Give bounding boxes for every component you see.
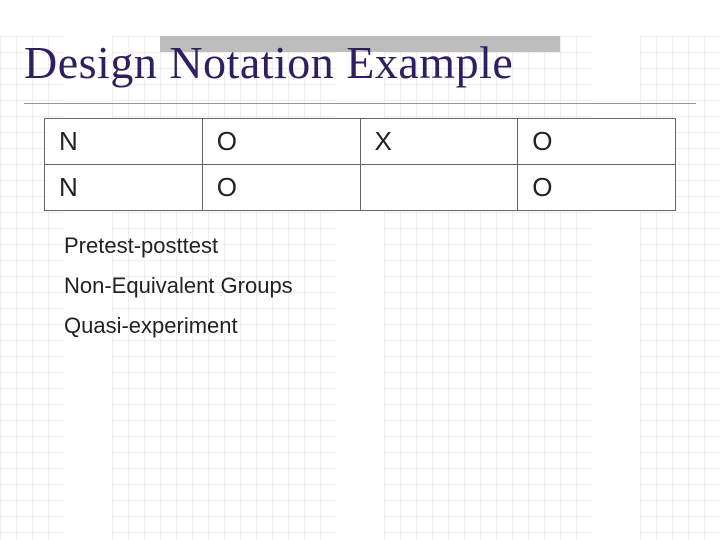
page-title: Design Notation Example — [24, 36, 696, 104]
design-notation-table-wrap: N O X O N O O — [44, 118, 676, 211]
cell-assignment: N — [45, 119, 203, 165]
cell-pretest: O — [202, 119, 360, 165]
table-row: N O X O — [45, 119, 676, 165]
label-quasi-experiment: Quasi-experiment — [64, 313, 696, 339]
cell-pretest: O — [202, 165, 360, 211]
design-notation-table: N O X O N O O — [44, 118, 676, 211]
cell-posttest: O — [518, 165, 676, 211]
table-row: N O O — [45, 165, 676, 211]
design-labels: Pretest-posttest Non-Equivalent Groups Q… — [64, 233, 696, 339]
cell-treatment: X — [360, 119, 518, 165]
label-non-equivalent-groups: Non-Equivalent Groups — [64, 273, 696, 299]
slide-content: Design Notation Example N O X O N O O Pr… — [0, 36, 720, 339]
label-pretest-posttest: Pretest-posttest — [64, 233, 696, 259]
cell-assignment: N — [45, 165, 203, 211]
cell-treatment — [360, 165, 518, 211]
cell-posttest: O — [518, 119, 676, 165]
